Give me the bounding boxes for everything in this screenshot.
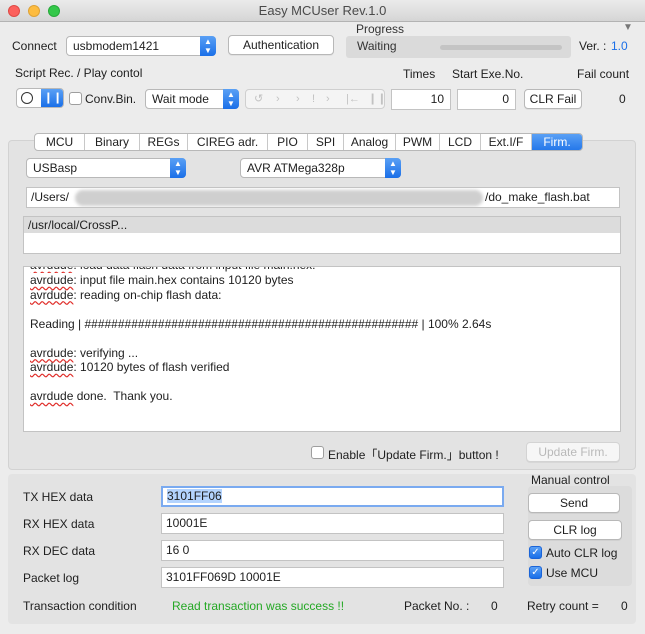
times-input[interactable]: 10: [391, 89, 451, 110]
tool-path-list[interactable]: /usr/local/CrossP...: [23, 216, 621, 254]
script-label: Script Rec. / Play contol: [15, 66, 143, 80]
enable-update-checkbox[interactable]: [311, 446, 324, 459]
mode-select[interactable]: Wait mode ▲ ▼: [145, 89, 239, 109]
tx-hex-value: 3101FF06: [167, 489, 222, 503]
send-button[interactable]: Send: [528, 493, 620, 513]
log-line-text: : input file main.hex contains 10120 byt…: [73, 273, 294, 287]
title-bar: Easy MCUser Rev.1.0: [0, 0, 645, 22]
programmer-select-value: USBasp: [33, 161, 78, 175]
start-exe-label: Start Exe.No.: [452, 67, 524, 81]
start-exe-input[interactable]: 0: [457, 89, 516, 110]
retry-count-value: 0: [621, 599, 628, 613]
pause-play-icon[interactable]: ❙❙: [368, 90, 386, 108]
stop-icon[interactable]: !: [312, 90, 315, 108]
playback-controls: ↺ › › ! › |← ❙❙: [245, 89, 386, 109]
log-line-text: : reading on-chip flash data:: [73, 287, 222, 302]
device-select[interactable]: AVR ATMega328p ▲ ▼: [240, 158, 401, 178]
progress-label: Progress: [356, 22, 405, 36]
tab-spi[interactable]: SPI: [308, 134, 344, 150]
tx-hex-input[interactable]: 3101FF06: [161, 486, 504, 507]
tab-lcd[interactable]: LCD: [440, 134, 481, 150]
packet-no-value: 0: [491, 599, 498, 613]
record-icon[interactable]: [21, 92, 33, 104]
path-redaction: [75, 190, 483, 206]
tab-ext-if[interactable]: Ext.I/F: [481, 134, 532, 150]
use-mcu-label: Use MCU: [546, 566, 599, 580]
select-arrows-icon: ▲ ▼: [223, 89, 239, 109]
zoom-window-icon[interactable]: [48, 5, 60, 17]
tab-firm[interactable]: Firm.: [532, 134, 582, 150]
clr-fail-button[interactable]: CLR Fail: [524, 89, 582, 109]
port-select-value: usbmodem1421: [73, 39, 160, 53]
skip-back-icon[interactable]: |←: [346, 90, 360, 108]
tab-analog[interactable]: Analog: [344, 134, 396, 150]
update-firm-button[interactable]: Update Firm.: [526, 442, 620, 462]
device-select-value: AVR ATMega328p: [247, 161, 345, 175]
tab-pwm[interactable]: PWM: [396, 134, 440, 150]
port-select[interactable]: usbmodem1421 ▲ ▼: [66, 36, 216, 56]
log-clipped-line: avrdude: load data flash data from input…: [30, 267, 614, 273]
programmer-select[interactable]: USBasp ▲ ▼: [26, 158, 186, 178]
step-forward-icon[interactable]: ›: [276, 90, 280, 108]
transaction-condition-label: Transaction condition: [23, 599, 137, 613]
select-arrows-icon: ▲ ▼: [200, 36, 216, 56]
packet-no-label: Packet No. :: [404, 599, 470, 613]
minimize-window-icon[interactable]: [28, 5, 40, 17]
progress-status: Waiting: [357, 39, 397, 53]
log-line: Reading | ##############################…: [30, 316, 492, 331]
auto-clr-log-checkbox[interactable]: ✓: [529, 546, 542, 559]
tx-hex-label: TX HEX data: [23, 490, 94, 504]
connect-label: Connect: [12, 39, 57, 53]
tab-binary[interactable]: Binary: [85, 134, 140, 150]
rx-hex-label: RX HEX data: [23, 517, 95, 531]
version-value: 1.0: [611, 39, 628, 53]
auto-clr-log-label: Auto CLR log: [546, 546, 618, 560]
next-icon[interactable]: ›: [326, 90, 330, 108]
tool-path-item[interactable]: /usr/local/CrossP...: [24, 217, 620, 233]
clr-log-button[interactable]: CLR log: [528, 520, 622, 540]
enable-update-label: Enable「Update Firm.」button !: [328, 448, 499, 462]
packet-log-field[interactable]: 3101FF069D 10001E: [161, 567, 504, 588]
fail-count-label: Fail count: [577, 67, 630, 81]
times-label: Times: [403, 67, 436, 81]
log-line: avrdude: input file main.hex contains 10…: [30, 273, 294, 287]
rec-play-segment[interactable]: ❙❙: [16, 88, 64, 108]
rx-hex-field[interactable]: 10001E: [161, 513, 504, 534]
window-title: Easy MCUser Rev.1.0: [258, 3, 387, 18]
transaction-condition-value: Read transaction was success !!: [172, 599, 345, 613]
batch-path-start: /Users/: [31, 190, 70, 204]
version-label: Ver. :: [579, 39, 607, 53]
log-line: avrdude: verifying ...: [30, 345, 139, 360]
packet-log-label: Packet log: [23, 571, 80, 585]
log-line: avrdude done. Thank you.: [30, 389, 173, 403]
log-line: avrdude: 10120 bytes of flash verified: [30, 360, 230, 374]
pause-icon[interactable]: ❙❙: [41, 89, 63, 107]
restart-icon[interactable]: ↺: [254, 90, 263, 108]
retry-count-label: Retry count =: [527, 599, 599, 613]
conv-bin-label: Conv.Bin.: [85, 92, 137, 106]
use-mcu-checkbox[interactable]: ✓: [529, 566, 542, 579]
tab-mcu[interactable]: MCU: [35, 134, 85, 150]
rx-dec-field[interactable]: 16 0: [161, 540, 504, 561]
conv-bin-checkbox[interactable]: [69, 92, 82, 105]
batch-path-field[interactable]: /Users/ /do_make_flash.bat: [26, 187, 620, 208]
batch-path-end: /do_make_flash.bat: [485, 190, 590, 204]
authentication-button[interactable]: Authentication: [228, 35, 334, 55]
tab-pio[interactable]: PIO: [268, 134, 308, 150]
tab-regs[interactable]: REGs: [140, 134, 188, 150]
output-log[interactable]: avrdude: load data flash data from input…: [23, 266, 621, 432]
manual-control-label: Manual control: [531, 473, 610, 487]
progress-bar: [440, 45, 562, 50]
collapse-triangle-icon[interactable]: ▼: [623, 22, 633, 33]
tab-bar: MCU Binary REGs CIREG adr. PIO SPI Analo…: [34, 133, 583, 151]
close-window-icon[interactable]: [8, 5, 20, 17]
select-arrows-icon: ▲ ▼: [385, 158, 401, 178]
log-line: avrdude: reading on-chip flash data:: [30, 287, 222, 302]
fail-count-value: 0: [619, 92, 626, 106]
fast-forward-icon[interactable]: ›: [296, 90, 300, 108]
rx-dec-label: RX DEC data: [23, 544, 96, 558]
tab-cireg-adr[interactable]: CIREG adr.: [188, 134, 268, 150]
mode-select-value: Wait mode: [152, 92, 209, 106]
select-arrows-icon: ▲ ▼: [170, 158, 186, 178]
